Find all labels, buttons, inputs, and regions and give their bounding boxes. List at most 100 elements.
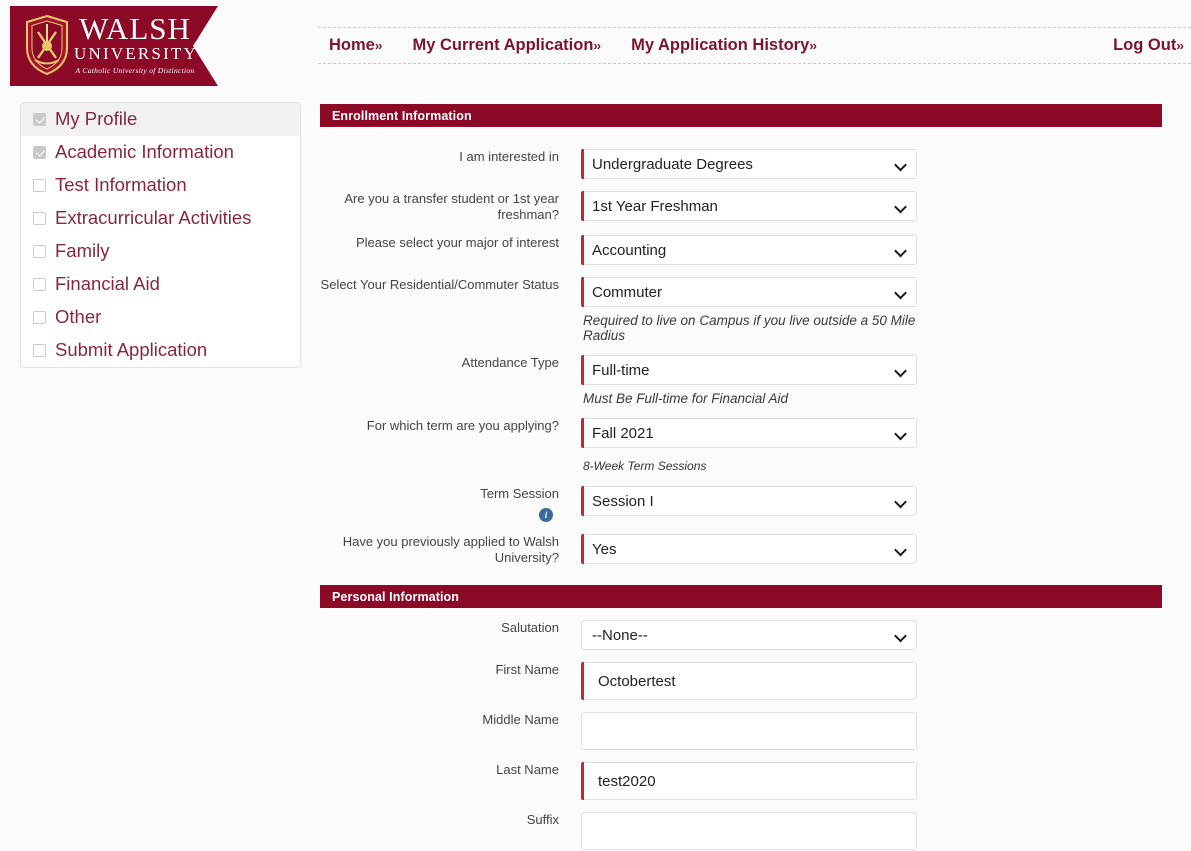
chevron-down-icon: [896, 288, 905, 297]
sidebar-item-extracurricular-activities[interactable]: Extracurricular Activities: [21, 202, 300, 235]
nav-link-log-out[interactable]: Log Out››: [1113, 36, 1184, 54]
sidebar-item-label: Other: [55, 306, 102, 328]
label-stack: Attendance Type: [320, 355, 559, 371]
checkbox-checked-icon[interactable]: [33, 113, 46, 126]
field-value: --None--: [592, 626, 648, 644]
chevron-down-icon: [896, 202, 905, 211]
section-fields: I am interested in Undergraduate Degrees A…: [320, 149, 1163, 585]
field-label-salutation: Salutation: [320, 620, 581, 636]
field-label-attendance-type: Attendance Type: [320, 355, 581, 371]
checkbox-checked-icon[interactable]: [33, 146, 46, 159]
checkbox-unchecked-icon[interactable]: [33, 278, 46, 291]
form-row-suffix: Suffix: [320, 812, 1163, 850]
application-steps-sidebar: My Profile Academic Information Test Infor…: [20, 102, 301, 368]
nav-link-home[interactable]: Home››: [329, 36, 382, 55]
logo-name-line1: WALSH: [79, 11, 191, 46]
nav-link-my-current-application-label: My Current Application: [412, 36, 594, 54]
field-control-wrap: Session I: [581, 486, 917, 516]
chevron-down-icon: [896, 246, 905, 255]
field-label-text: Please select your major of interest: [355, 235, 559, 250]
checkbox-unchecked-icon[interactable]: [33, 344, 46, 357]
chevron-right-icon: ››: [809, 38, 817, 53]
field-label-middle-name: Middle Name: [320, 712, 581, 728]
shield-crest-icon: [26, 14, 68, 76]
field-label-text: Last Name: [496, 762, 559, 777]
sidebar-item-label: My Profile: [55, 108, 138, 130]
form-row-term-session: Term Session i Session I: [320, 486, 1163, 522]
input-middle-name[interactable]: [581, 712, 917, 750]
select-salutation[interactable]: --None--: [581, 620, 917, 650]
label-stack: Middle Name: [320, 712, 559, 728]
field-control-wrap: --None--: [581, 620, 917, 650]
field-helper-text: Must Be Full-time for Financial Aid: [583, 391, 789, 406]
checkbox-unchecked-icon[interactable]: [33, 212, 46, 225]
input-suffix[interactable]: [581, 812, 917, 850]
section-title: Enrollment Information: [332, 108, 472, 123]
sidebar-item-academic-information[interactable]: Academic Information: [21, 136, 300, 169]
nav-link-log-out-label: Log Out: [1113, 36, 1177, 54]
walsh-university-logo: WALSH UNIVERSITY A Catholic University o…: [10, 6, 218, 86]
nav-right-group: Log Out››: [1113, 36, 1191, 55]
form-row-salutation: Salutation --None--: [320, 620, 1163, 650]
sidebar-item-financial-aid[interactable]: Financial Aid: [21, 268, 300, 301]
sidebar-item-family[interactable]: Family: [21, 235, 300, 268]
checkbox-unchecked-icon[interactable]: [33, 311, 46, 324]
logo-tagline: A Catholic University of Distinction: [75, 66, 195, 76]
field-label-term-session: Term Session i: [320, 486, 581, 522]
input-last-name[interactable]: test2020: [581, 762, 917, 800]
form-row-select-your-residential-commuter-status: Select Your Residential/Commuter Status C…: [320, 277, 1163, 343]
sidebar-item-test-information[interactable]: Test Information: [21, 169, 300, 202]
nav-links: Home›› My Current Application›› My Appli…: [318, 36, 817, 55]
field-label-select-your-residential-commuter-status: Select Your Residential/Commuter Status: [320, 277, 581, 293]
select-please-select-your-major-of-interest[interactable]: Accounting: [581, 235, 917, 265]
sidebar-item-label: Financial Aid: [55, 273, 160, 295]
label-stack: Suffix: [320, 812, 559, 828]
sidebar-item-submit-application[interactable]: Submit Application: [21, 334, 300, 367]
field-label-text: Middle Name: [482, 712, 559, 727]
select-attendance-type[interactable]: Full-time: [581, 355, 917, 385]
select-term-session[interactable]: Session I: [581, 486, 917, 516]
field-helper-text: Required to live on Campus if you live o…: [583, 313, 916, 343]
chevron-down-icon: [896, 545, 905, 554]
sidebar-item-label: Submit Application: [55, 339, 208, 361]
label-stack: Salutation: [320, 620, 559, 636]
field-value: Full-time: [592, 361, 650, 379]
input-first-name[interactable]: Octobertest: [581, 662, 917, 700]
field-label-last-name: Last Name: [320, 762, 581, 778]
nav-link-my-current-application[interactable]: My Current Application››: [412, 36, 602, 55]
info-icon[interactable]: i: [539, 508, 553, 522]
field-label-text: Select Your Residential/Commuter Status: [320, 277, 559, 292]
chevron-right-icon: ››: [374, 38, 383, 53]
nav-link-my-application-history[interactable]: My Application History››: [631, 36, 817, 55]
section-title: Personal Information: [332, 589, 460, 604]
chevron-down-icon: [896, 160, 905, 169]
select-i-am-interested-in[interactable]: Undergraduate Degrees: [581, 149, 917, 179]
field-label-text: Attendance Type: [461, 355, 559, 370]
field-label-text: Term Session: [480, 486, 559, 501]
field-label-for-which-term-are-you-applying: For which term are you applying?: [320, 418, 581, 434]
label-stack: Have you previously applied to Walsh Uni…: [320, 534, 559, 566]
logo-name-line2: UNIVERSITY: [74, 43, 198, 63]
application-form: Enrollment Information I am interested in…: [320, 104, 1163, 851]
label-stack: Term Session i: [320, 486, 559, 522]
checkbox-unchecked-icon[interactable]: [33, 245, 46, 258]
label-stack: First Name: [320, 662, 559, 678]
select-select-your-residential-commuter-status[interactable]: Commuter: [581, 277, 917, 307]
select-for-which-term-are-you-applying[interactable]: Fall 2021: [581, 418, 917, 448]
field-control-wrap: Undergraduate Degrees: [581, 149, 917, 179]
label-stack: I am interested in: [320, 149, 559, 165]
field-label-please-select-your-major-of-interest: Please select your major of interest: [320, 235, 581, 251]
sidebar-item-other[interactable]: Other: [21, 301, 300, 334]
field-label-i-am-interested-in: I am interested in: [320, 149, 581, 165]
field-value: Octobertest: [598, 672, 676, 690]
select-have-you-previously-applied-to-walsh-university[interactable]: Yes: [581, 534, 917, 564]
field-label-text: Are you a transfer student or 1st year f…: [344, 191, 559, 222]
sidebar-item-my-profile[interactable]: My Profile: [21, 103, 300, 136]
sidebar-item-label: Extracurricular Activities: [55, 207, 252, 229]
field-value: test2020: [598, 772, 656, 790]
select-are-you-a-transfer-student-or-1st-year-freshman[interactable]: 1st Year Freshman: [581, 191, 917, 221]
chevron-right-icon: ››: [1176, 38, 1184, 53]
checkbox-unchecked-icon[interactable]: [33, 179, 46, 192]
form-row-are-you-a-transfer-student-or-1st-year-freshman: Are you a transfer student or 1st year f…: [320, 191, 1163, 223]
form-row-first-name: First Name Octobertest: [320, 662, 1163, 700]
